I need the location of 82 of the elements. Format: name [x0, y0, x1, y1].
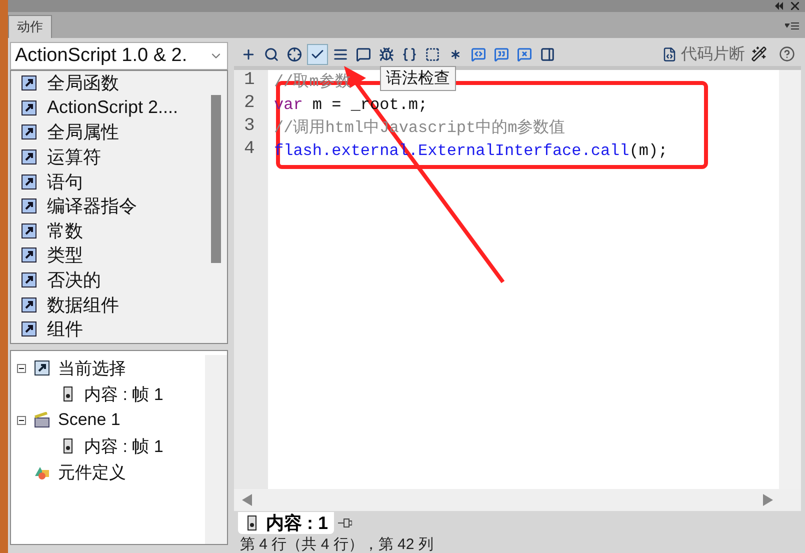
- toolbox-item[interactable]: 编译器指令: [11, 194, 205, 219]
- wand-icon[interactable]: [751, 46, 767, 62]
- left-arrow-icon[interactable]: [242, 494, 252, 506]
- lines-icon: [333, 46, 348, 62]
- toolbox-item[interactable]: 否决的: [11, 268, 205, 292]
- item-label: 运算符: [47, 146, 101, 170]
- collapse-icon[interactable]: [17, 364, 26, 372]
- item-label: 常数: [47, 220, 83, 243]
- line-number: 4: [243, 139, 256, 161]
- arrow-square-icon: [21, 149, 37, 166]
- arrow-square-icon: [21, 100, 37, 116]
- arrow-square-icon: [21, 198, 37, 214]
- scroll-thumb[interactable]: [211, 95, 221, 263]
- line-number: 3: [243, 116, 256, 138]
- tree-item[interactable]: 内容 : 帧 1: [11, 381, 205, 407]
- toolbox-item[interactable]: 类型: [11, 243, 205, 268]
- dashed-square-icon: [425, 46, 440, 62]
- arrow-square-icon: [21, 321, 37, 338]
- bubble-x-icon: [517, 46, 532, 62]
- clapperboard-icon: [34, 412, 50, 428]
- speech-bubble-icon: [356, 46, 371, 62]
- collapse-icon[interactable]: [17, 416, 26, 424]
- tree-label: 当前选择: [58, 358, 126, 380]
- magnifier-icon: [264, 46, 279, 62]
- tree-item[interactable]: 元件定义: [11, 459, 205, 485]
- horizontal-scrollbar[interactable]: [234, 489, 801, 511]
- code-snippets-button[interactable]: 代码片断: [658, 44, 749, 64]
- tree-label: Scene 1: [58, 410, 120, 430]
- tooltip: 语法检查: [380, 66, 456, 91]
- tree-label: 内容 : 帧 1: [84, 436, 164, 458]
- arrow-square-icon: [21, 174, 37, 190]
- arrow-square-icon: [21, 222, 37, 239]
- tree-item[interactable]: Scene 1: [11, 407, 205, 433]
- tree-item[interactable]: 当前选择: [11, 355, 205, 381]
- snippet-icon: [662, 46, 677, 62]
- crosshair-icon: [287, 46, 302, 62]
- toolbox-item[interactable]: 运算符: [11, 144, 205, 170]
- toolbox-item[interactable]: 全局函数: [11, 71, 205, 96]
- bug-icon: [379, 46, 394, 62]
- line-number: 2: [243, 93, 256, 115]
- tree-label: 元件定义: [58, 462, 126, 484]
- braces-icon: [402, 46, 417, 62]
- arrow-square-icon: [21, 296, 37, 313]
- toolbox-item[interactable]: 数据组件: [11, 292, 205, 317]
- item-label: 数据组件: [47, 294, 119, 317]
- status-text: 第 4 行（共 4 行），第 42 列: [239, 535, 434, 553]
- item-label: 全局函数: [47, 72, 119, 96]
- arrow-square-icon: [21, 75, 37, 92]
- item-label: 编译器指令: [47, 195, 137, 218]
- version-dropdown[interactable]: ActionScript 1.0 & 2.: [10, 42, 228, 70]
- tree-item[interactable]: 内容 : 帧 1: [11, 433, 205, 459]
- right-arrow-icon[interactable]: [763, 494, 773, 506]
- item-label: 语句: [47, 170, 83, 194]
- arrow-square-icon: [34, 360, 50, 376]
- help-icon[interactable]: [779, 46, 795, 62]
- arrow-square-icon: [21, 124, 37, 140]
- toolbar-button[interactable]: [307, 44, 328, 64]
- comment-bubble-icon: [471, 46, 486, 62]
- line-number: 1: [243, 70, 256, 92]
- item-label: 全局属性: [47, 121, 119, 144]
- scrollbar[interactable]: [779, 70, 801, 489]
- panel-tab[interactable]: 动作: [8, 15, 52, 38]
- item-label: 否决的: [47, 269, 101, 292]
- toolbox-item[interactable]: 语句: [11, 169, 205, 194]
- scrollbar[interactable]: [205, 355, 227, 544]
- toolbox-item[interactable]: 组件: [11, 316, 205, 342]
- toolbox-item[interactable]: ActionScript 2....: [11, 96, 205, 120]
- item-label: ActionScript 2....: [47, 97, 178, 118]
- pin-icon[interactable]: [338, 518, 352, 528]
- arrow-square-icon: [21, 247, 37, 264]
- tree-label: 内容 : 帧 1: [84, 384, 164, 406]
- script-tab[interactable]: 内容 : 1: [238, 512, 334, 534]
- toolbox-item[interactable]: 全局属性: [11, 120, 205, 145]
- menu-icon[interactable]: [785, 22, 799, 30]
- item-label: 类型: [47, 244, 83, 268]
- arrow-square-icon: [21, 272, 37, 288]
- item-label: 组件: [47, 318, 83, 342]
- toolbox-item[interactable]: 常数: [11, 218, 205, 244]
- quote-bubble-icon: [494, 46, 509, 62]
- plus-icon: [241, 46, 256, 62]
- close-icon[interactable]: [791, 2, 799, 10]
- dropdown-value: ActionScript 1.0 & 2.: [15, 45, 188, 67]
